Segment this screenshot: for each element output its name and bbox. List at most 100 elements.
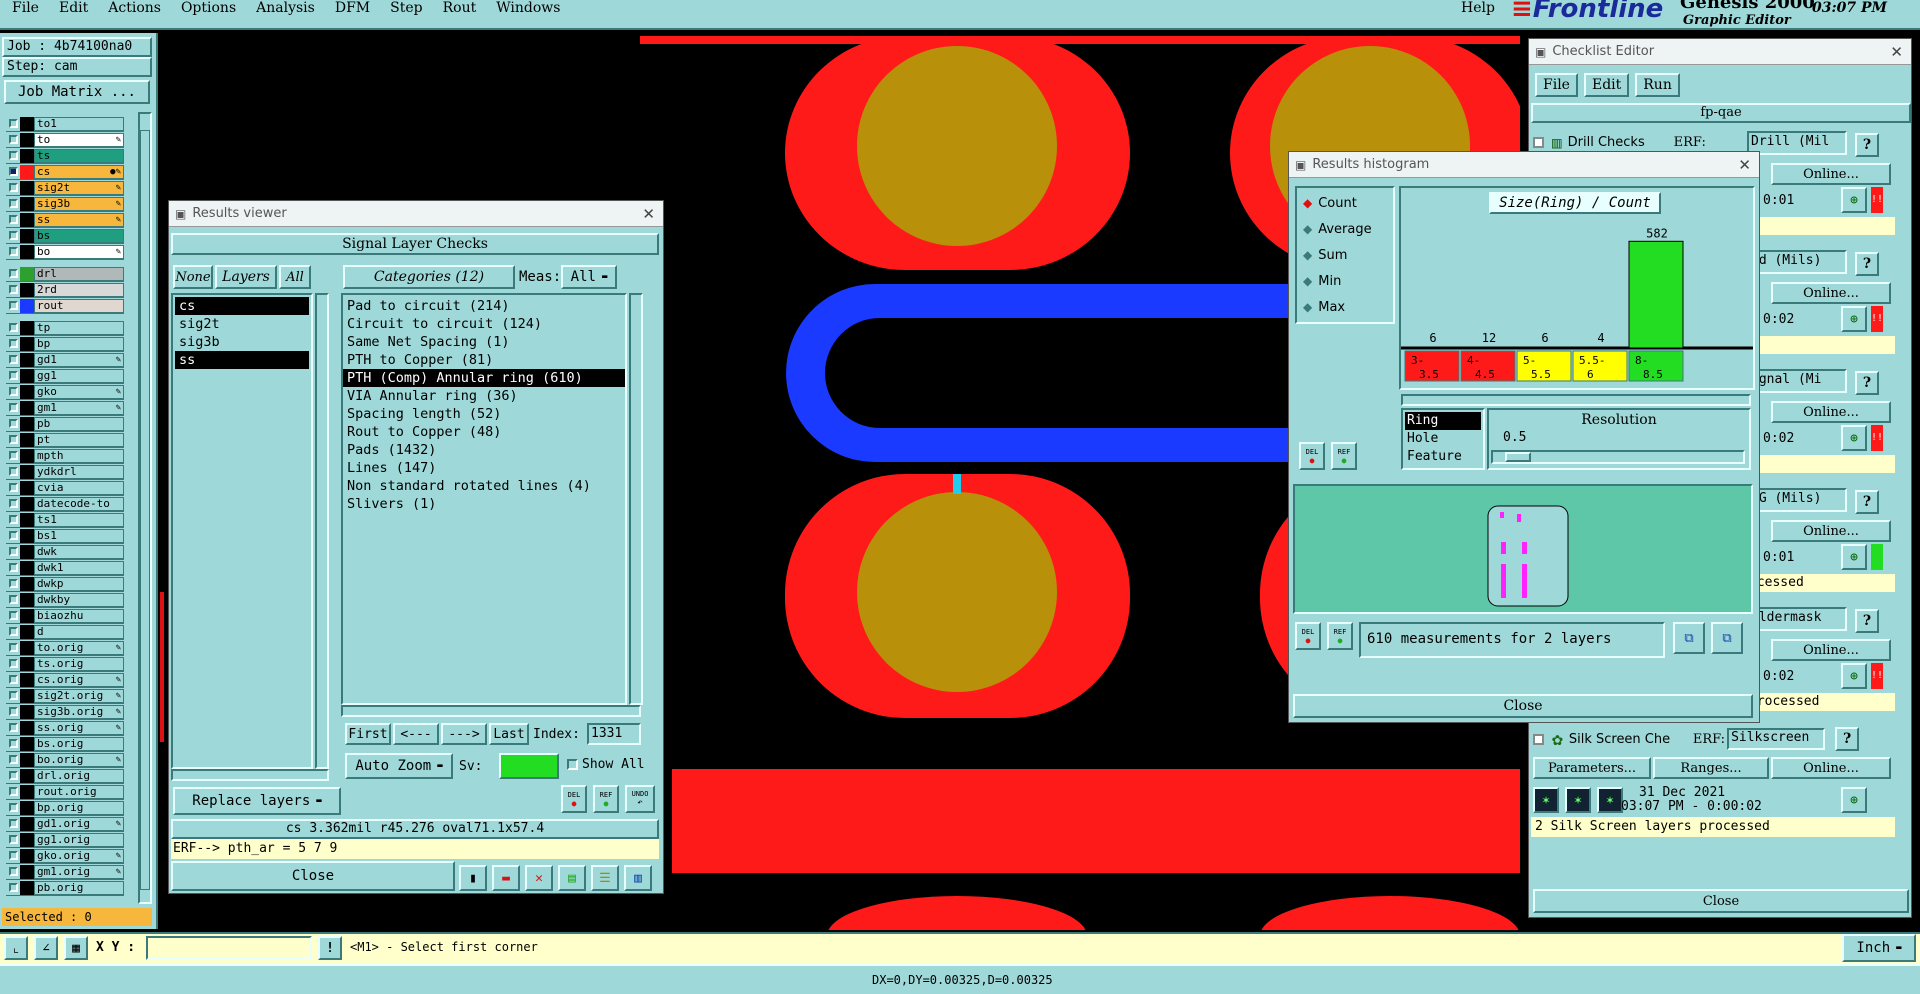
next-button[interactable]: ---> (441, 723, 487, 745)
preview-del-button[interactable]: DEL ● (1295, 622, 1321, 650)
layer-name[interactable]: biaozhu (34, 608, 124, 623)
online-button[interactable]: Online... (1771, 520, 1891, 542)
category-item[interactable]: Non standard rotated lines (4) (343, 477, 625, 495)
layer-color-swatch[interactable] (20, 512, 34, 527)
layer-color-swatch[interactable] (20, 298, 34, 313)
layer-checkbox[interactable] (6, 323, 20, 332)
grid-icon[interactable]: ▦ (64, 936, 88, 960)
layer-color-swatch[interactable] (20, 180, 34, 195)
layer-checkbox[interactable] (6, 301, 20, 310)
zoom-icon[interactable]: ⊕ (1841, 306, 1867, 332)
job-matrix-button[interactable]: Job Matrix ... (4, 80, 150, 104)
layer-name[interactable]: gd1 ✎ (34, 352, 124, 367)
layers-button[interactable]: Layers (215, 265, 277, 289)
layer-name[interactable]: pt (34, 432, 124, 447)
index-input[interactable]: 1331 (587, 723, 641, 745)
layer-name[interactable]: ts1 (34, 512, 124, 527)
layer-checkbox[interactable] (6, 183, 20, 192)
layer-color-swatch[interactable] (20, 164, 34, 179)
del-button[interactable]: DEL ● (1299, 442, 1325, 470)
layer-color-swatch[interactable] (20, 688, 34, 703)
layer-color-swatch[interactable] (20, 672, 34, 687)
online-button[interactable]: Online... (1771, 163, 1891, 185)
layer-color-swatch[interactable] (20, 244, 34, 259)
categories-hscroll[interactable] (341, 705, 641, 717)
layer-checkbox[interactable] (6, 755, 20, 764)
ref-button[interactable]: REF ● (1331, 442, 1357, 470)
layer-color-swatch[interactable] (20, 768, 34, 783)
report-icon[interactable]: ▤ (558, 865, 586, 891)
erf-field[interactable]: ignal (Mi (1747, 369, 1847, 393)
layer-row[interactable]: sig3b.orig ✎ (6, 704, 124, 720)
histogram-bar[interactable] (1628, 240, 1684, 349)
layer-name[interactable]: gko.orig ✎ (34, 848, 124, 863)
menu-analysis[interactable]: Analysis (246, 0, 325, 16)
menu-file[interactable]: File (2, 0, 49, 16)
layer-row[interactable]: dwkby (6, 592, 124, 608)
layer-checkbox[interactable] (6, 435, 20, 444)
layer-row[interactable]: ss ✎ (6, 212, 124, 228)
layer-name[interactable]: pb.orig (34, 880, 124, 895)
erf-field[interactable]: oldermask (1747, 607, 1847, 631)
layer-checkbox[interactable] (6, 467, 20, 476)
layer-checkbox[interactable] (6, 595, 20, 604)
alert-icon[interactable]: ! (318, 936, 342, 960)
layer-color-swatch[interactable] (20, 816, 34, 831)
menu-actions[interactable]: Actions (98, 0, 171, 16)
layer-color-swatch[interactable] (20, 132, 34, 147)
sv-color-select[interactable] (499, 753, 559, 779)
layer-color-swatch[interactable] (20, 736, 34, 751)
layer-checkbox[interactable] (6, 355, 20, 364)
category-item[interactable]: Slivers (1) (343, 495, 625, 513)
checklist-menu-edit[interactable]: Edit (1583, 73, 1630, 97)
layer-checkbox[interactable] (6, 387, 20, 396)
layer-name[interactable]: d (34, 624, 124, 639)
result-layer-item[interactable]: cs (175, 297, 309, 315)
layer-name[interactable]: bo.orig ✎ (34, 752, 124, 767)
layer-checkbox[interactable] (6, 659, 20, 668)
slider-thumb[interactable] (1505, 452, 1531, 462)
layer-checkbox[interactable] (6, 231, 20, 240)
layer-row[interactable]: pb.orig (6, 880, 124, 896)
categories-button[interactable]: Categories (12) (343, 265, 515, 289)
layer-name[interactable]: bp.orig (34, 800, 124, 815)
help-button[interactable]: ? (1835, 727, 1860, 751)
layer-checkbox[interactable] (6, 787, 20, 796)
layer-row[interactable]: d (6, 624, 124, 640)
layer-name[interactable]: ts (34, 148, 124, 163)
layer-row[interactable]: gko.orig ✎ (6, 848, 124, 864)
close-icon[interactable]: ✕ (1738, 156, 1751, 174)
layer-results-hscroll[interactable] (171, 769, 329, 781)
parameters-button[interactable]: Parameters... (1533, 757, 1651, 779)
mode-option-average[interactable]: ◆ Average (1297, 216, 1393, 242)
layer-color-swatch[interactable] (20, 464, 34, 479)
silk-check-label[interactable]: Silk Screen Che (1569, 732, 1691, 747)
layer-row[interactable]: gm1.orig ✎ (6, 864, 124, 880)
layer-row[interactable]: dwkp (6, 576, 124, 592)
layer-name[interactable]: to1 (34, 116, 124, 131)
layer-row[interactable]: ss.orig ✎ (6, 720, 124, 736)
layer-row[interactable]: sig3b ✎ (6, 196, 124, 212)
layer-color-swatch[interactable] (20, 480, 34, 495)
measure-type-list[interactable]: Ring Hole Feature (1401, 408, 1485, 470)
layer-name[interactable]: gg1.orig (34, 832, 124, 847)
layer-name[interactable]: sig2t.orig ✎ (34, 688, 124, 703)
layer-name[interactable]: cvia (34, 480, 124, 495)
run-icon[interactable]: ✶ (1597, 787, 1623, 813)
layer-name[interactable]: dwkby (34, 592, 124, 607)
check-label[interactable]: Drill Checks (1568, 135, 1674, 150)
category-item[interactable]: PTH (Comp) Annular ring (610) (343, 369, 625, 387)
first-button[interactable]: First (345, 723, 391, 745)
mode-option-count[interactable]: ◆ Count (1297, 190, 1393, 216)
online-button[interactable]: Online... (1771, 282, 1891, 304)
menu-edit[interactable]: Edit (49, 0, 98, 16)
layer-name[interactable]: to.orig ✎ (34, 640, 124, 655)
layer-checkbox[interactable] (6, 339, 20, 348)
histogram-hscroll[interactable] (1401, 394, 1751, 406)
layer-row[interactable]: ts (6, 148, 124, 164)
layer-checkbox[interactable] (6, 819, 20, 828)
layer-row[interactable]: bs1 (6, 528, 124, 544)
layer-row[interactable]: rout (6, 298, 124, 314)
layer-checkbox[interactable] (6, 723, 20, 732)
layers-none-button[interactable]: None (173, 265, 213, 289)
